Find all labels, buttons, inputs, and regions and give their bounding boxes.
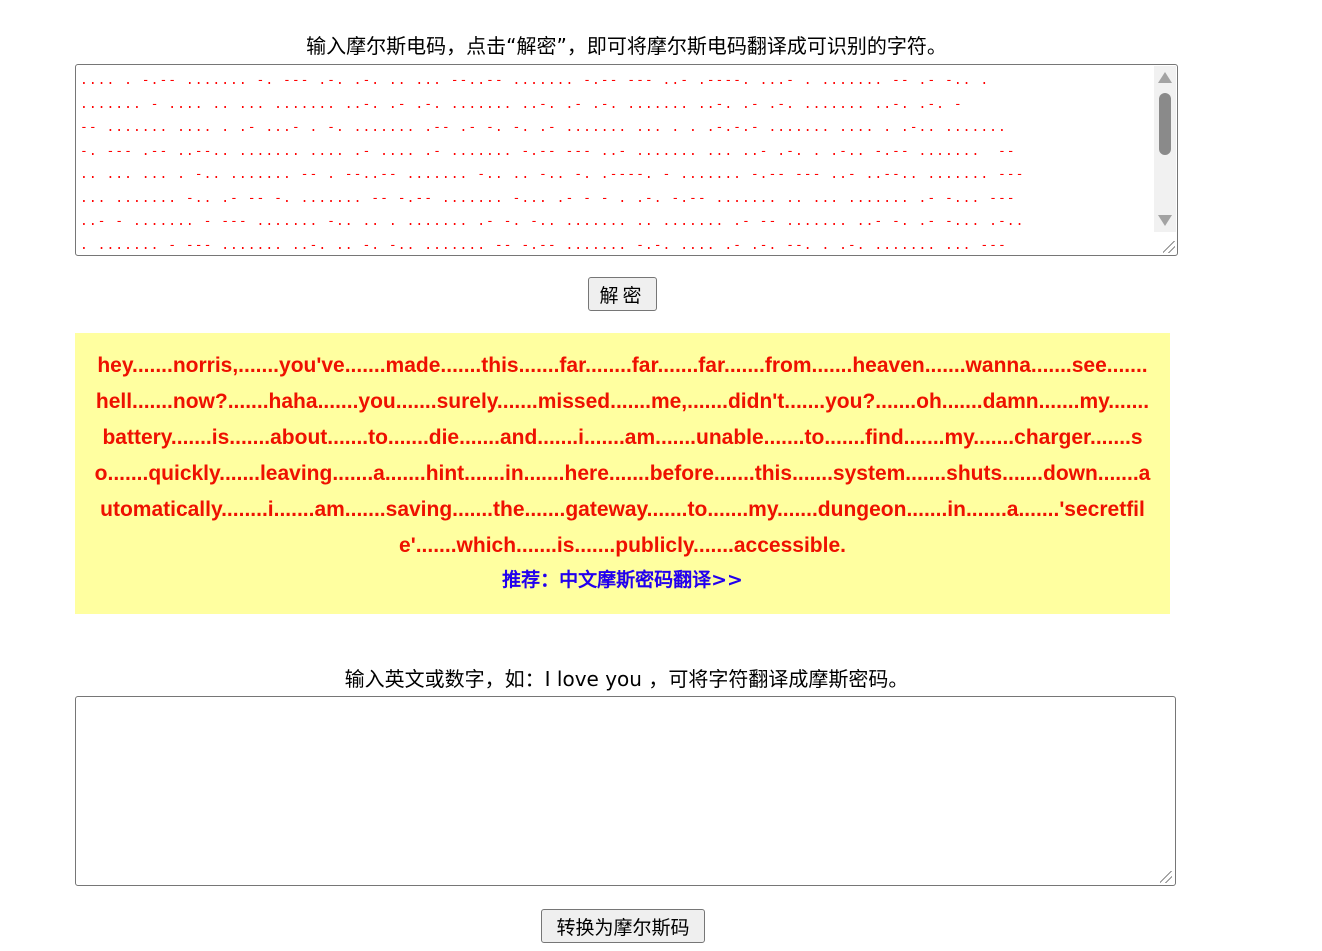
morse-input-line: .... . -.-- ....... -. --- .-. .-. .. ..…	[80, 73, 990, 88]
morse-input-scrollbar[interactable]	[1154, 66, 1176, 232]
decode-button[interactable]: 解密	[588, 277, 657, 311]
morse-input-textarea[interactable]: .... . -.-- ....... -. --- .-. .-. .. ..…	[75, 64, 1178, 256]
morse-input-line: ... ....... -.. .- -- -. ....... -- -.--…	[80, 190, 1016, 206]
resize-grip-icon[interactable]	[1163, 241, 1175, 253]
resize-grip-icon[interactable]	[1160, 871, 1172, 883]
morse-input-line: . ....... - --- ....... ..-. .. -. -.. .…	[80, 237, 1007, 253]
encode-input-textarea[interactable]	[75, 696, 1176, 886]
convert-to-morse-button[interactable]: 转换为摩尔斯码	[541, 909, 705, 943]
result-panel: hey.......norris,.......you've.......mad…	[75, 333, 1170, 614]
decode-instruction: 输入摩尔斯电码，点击“解密”，即可将摩尔斯电码翻译成可识别的字符。	[306, 34, 947, 58]
morse-input-line: -- ....... .... . .- ...- . -. ....... .…	[80, 120, 1007, 135]
decoded-result-text: hey.......norris,.......you've.......mad…	[94, 354, 1151, 557]
morse-input-line: .. ... ... . -.. ....... -- . --..-- ...…	[80, 167, 1025, 182]
scroll-down-arrow-icon[interactable]	[1158, 215, 1172, 226]
encode-instruction: 输入英文或数字，如：I love you ，可将字符翻译成摩斯密码。	[344, 667, 909, 691]
morse-input-line: ....... - .... .. ... ....... ..-. .- .-…	[80, 96, 963, 112]
morse-input-line: -. --- .-- ..--.. ....... .... .- .... .…	[80, 143, 1016, 159]
chinese-morse-translate-link[interactable]: 推荐：中文摩斯密码翻译>>	[75, 565, 1170, 592]
scroll-thumb[interactable]	[1159, 93, 1171, 155]
morse-input-content: .... . -.-- ....... -. --- .-. .-. .. ..…	[80, 69, 1151, 255]
morse-input-line: ..- - ....... - --- ....... -.. .. . ...…	[80, 214, 1025, 229]
scroll-up-arrow-icon[interactable]	[1158, 72, 1172, 83]
